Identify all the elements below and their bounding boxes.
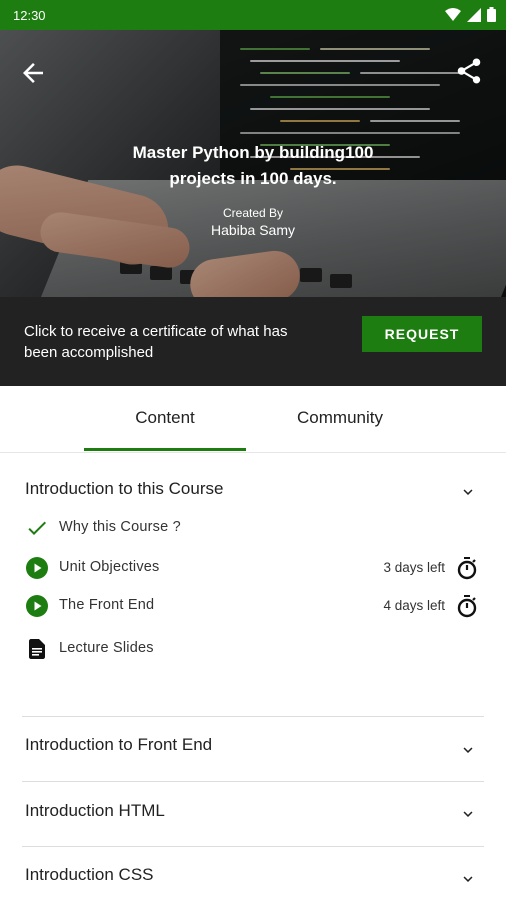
status-time: 12:30: [13, 8, 46, 23]
timer-icon: [457, 557, 477, 580]
section-introduction-css[interactable]: Introduction CSS: [25, 865, 483, 895]
chevron-up-icon[interactable]: [459, 483, 477, 501]
divider: [22, 846, 484, 847]
lesson-due-text: 4 days left: [383, 598, 445, 613]
play-circle-icon: [26, 557, 48, 579]
section-introduction-html[interactable]: Introduction HTML: [25, 801, 483, 831]
certificate-message: Click to receive a certificate of what h…: [24, 323, 288, 361]
section-title: Introduction to Front End: [25, 735, 213, 754]
section-introduction-front-end[interactable]: Introduction to Front End: [25, 735, 483, 765]
tab-bar: Content Community: [0, 386, 506, 453]
section-title: Introduction CSS: [25, 865, 154, 884]
chevron-down-icon[interactable]: [459, 805, 477, 823]
check-icon: [28, 521, 46, 535]
divider: [22, 781, 484, 782]
share-icon: [457, 58, 481, 84]
lesson-title: Lecture Slides: [59, 640, 154, 656]
section-title[interactable]: Introduction to this Course: [25, 479, 223, 499]
section-introduction-course: Introduction to this Course Why this Cou…: [25, 477, 483, 677]
document-icon: [29, 639, 45, 659]
share-button[interactable]: [454, 56, 484, 86]
signal-icon: [467, 7, 481, 22]
created-by-label: Created By: [222, 206, 284, 220]
course-author: Habiba Samy: [210, 222, 296, 238]
certificate-bar: Click to receive a certificate of what h…: [0, 297, 506, 386]
chevron-down-icon[interactable]: [459, 741, 477, 759]
back-button[interactable]: [18, 58, 48, 88]
lesson-title: The Front End: [59, 597, 155, 613]
lesson-title: Why this Course ?: [59, 519, 181, 535]
active-tab-indicator: [84, 448, 246, 451]
lesson-item[interactable]: Unit Objectives 3 days left: [25, 556, 483, 580]
status-bar: 12:30: [0, 0, 506, 30]
wifi-icon: [445, 7, 461, 21]
tab-community[interactable]: Community: [258, 386, 422, 450]
lesson-due-text: 3 days left: [383, 560, 445, 575]
divider: [22, 716, 484, 717]
course-title: Master Python by building100 projects in…: [132, 143, 374, 188]
timer-icon: [457, 595, 477, 618]
battery-icon: [487, 7, 496, 22]
status-icons: [445, 7, 496, 22]
lesson-item[interactable]: The Front End 4 days left: [25, 594, 483, 618]
play-circle-icon: [26, 595, 48, 617]
lesson-item[interactable]: Why this Course ?: [25, 516, 483, 540]
lesson-item[interactable]: Lecture Slides: [25, 637, 483, 661]
course-hero-image: Master Python by building100 projects in…: [0, 30, 506, 297]
request-certificate-button[interactable]: REQUEST: [362, 316, 482, 352]
tab-content[interactable]: Content: [84, 386, 246, 450]
chevron-down-icon[interactable]: [459, 870, 477, 888]
arrow-back-icon: [23, 63, 43, 83]
section-title: Introduction HTML: [25, 801, 165, 820]
lesson-title: Unit Objectives: [59, 559, 160, 575]
